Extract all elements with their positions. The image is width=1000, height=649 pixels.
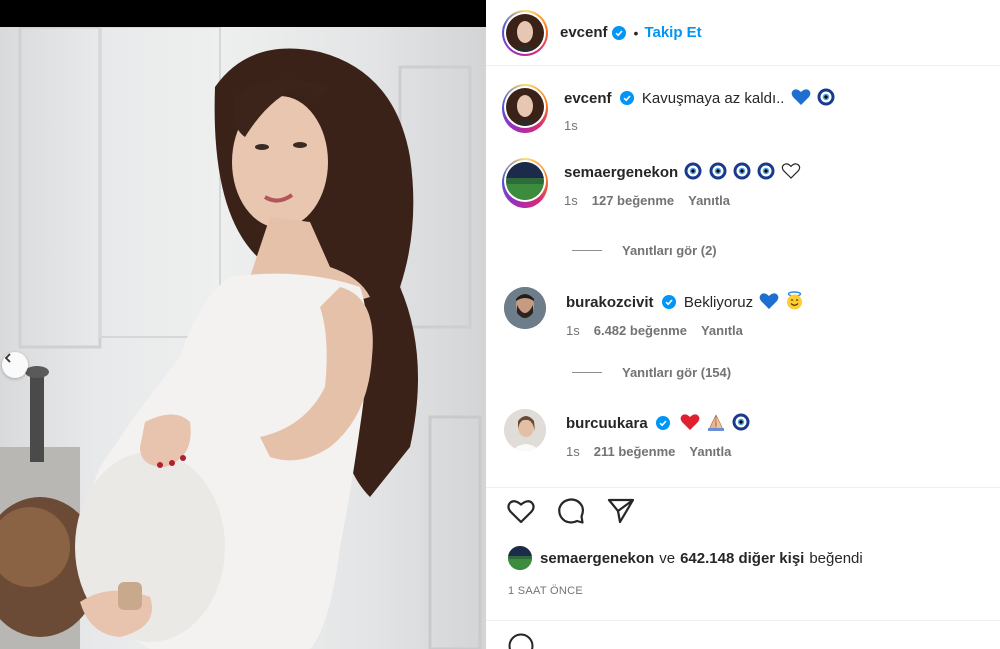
- verified-badge-icon: [661, 295, 676, 309]
- likes-summary: semaergenekon ve 642.148 diğer kişi beğe…: [508, 546, 863, 570]
- reply-button[interactable]: Yanıtla: [689, 444, 731, 459]
- view-replies-button[interactable]: Yanıtları gör (2): [572, 243, 717, 258]
- nazar-icon: [733, 162, 751, 180]
- comment-username[interactable]: burcuukara: [566, 415, 648, 432]
- comment-item: burakozcivit Bekliyoruz 1s 6.482 beğenme…: [502, 287, 804, 338]
- previous-photo-button[interactable]: [2, 352, 28, 378]
- replies-divider: [572, 372, 602, 373]
- reply-button[interactable]: Yanıtla: [701, 323, 743, 338]
- comment-time[interactable]: 1s: [564, 193, 578, 208]
- avatar: [506, 13, 544, 52]
- comment-username[interactable]: burakozcivit: [566, 294, 654, 311]
- avatar[interactable]: [506, 88, 544, 126]
- verified-badge-icon: [655, 416, 670, 430]
- emoji-picker-icon[interactable]: [508, 633, 534, 649]
- view-replies-button[interactable]: Yanıtları gör (154): [572, 365, 731, 380]
- white-heart-icon: [781, 163, 801, 179]
- comment-item: burcuukara 1s 211 beğenme Yanıtla: [502, 409, 750, 459]
- nazar-icon: [732, 413, 750, 431]
- comment-likes[interactable]: 6.482 beğenme: [594, 323, 687, 338]
- comment-item: semaergenekon 1s 127 beğenme Yanıtla: [502, 158, 801, 208]
- add-comment-bar: [486, 620, 1000, 649]
- view-replies-label: Yanıtları gör (154): [622, 365, 732, 380]
- caption-item: evcenf Kavuşmaya az kaldı.. 1s: [502, 84, 835, 133]
- post-photo[interactable]: [0, 27, 486, 649]
- post-actions: semaergenekon ve 642.148 diğer kişi beğe…: [486, 487, 1000, 649]
- comment-time[interactable]: 1s: [566, 323, 580, 338]
- nazar-icon: [817, 88, 835, 106]
- author-username[interactable]: evcenf: [560, 24, 608, 41]
- caption-time[interactable]: 1s: [564, 118, 578, 133]
- avatar[interactable]: [508, 546, 532, 570]
- action-icons: [506, 496, 636, 526]
- caption-text: Kavuşmaya az kaldı..: [641, 90, 785, 107]
- nazar-icon: [757, 162, 775, 180]
- comment-username[interactable]: semaergenekon: [564, 164, 678, 181]
- reply-button[interactable]: Yanıtla: [688, 193, 730, 208]
- likes-connector: ve: [659, 549, 676, 567]
- smiling-halo-icon: [787, 291, 803, 310]
- photo-illustration: [0, 27, 482, 649]
- avatar[interactable]: [504, 287, 546, 329]
- blue-heart-icon: [791, 89, 811, 105]
- view-replies-label: Yanıtları gör (2): [622, 243, 717, 258]
- comment-likes[interactable]: 127 beğenme: [592, 193, 674, 208]
- likes-suffix: beğendi: [809, 549, 863, 567]
- comment-text: Bekliyoruz: [683, 294, 754, 311]
- separator-dot: •: [633, 24, 639, 41]
- like-heart-icon[interactable]: [506, 496, 536, 526]
- author-avatar-ring[interactable]: [502, 9, 548, 56]
- praying-hands-icon: [708, 414, 725, 431]
- comment-likes[interactable]: 211 beğenme: [594, 444, 676, 459]
- replies-divider: [572, 250, 602, 251]
- likes-count[interactable]: 642.148 diğer kişi: [680, 550, 804, 567]
- red-heart-icon: [680, 414, 700, 430]
- post-header: evcenf • Takip Et: [486, 0, 1000, 66]
- post-timestamp[interactable]: 1 SAAT ÖNCE: [508, 585, 583, 597]
- liked-by-username[interactable]: semaergenekon: [540, 550, 654, 567]
- comment-bubble-icon[interactable]: [556, 496, 586, 526]
- nazar-icon: [684, 162, 702, 180]
- comment-username[interactable]: evcenf: [564, 90, 612, 107]
- chevron-left-icon: [4, 353, 11, 363]
- nazar-icon: [709, 162, 727, 180]
- verified-badge-icon: [611, 25, 626, 40]
- blue-heart-icon: [759, 293, 779, 309]
- avatar[interactable]: [506, 162, 544, 200]
- share-send-icon[interactable]: [606, 496, 636, 526]
- comment-time[interactable]: 1s: [566, 444, 580, 459]
- follow-button[interactable]: Takip Et: [644, 24, 701, 41]
- verified-badge-icon: [619, 91, 634, 105]
- comments-list: evcenf Kavuşmaya az kaldı.. 1s semaergen…: [486, 67, 1000, 487]
- post-media-panel: [0, 0, 486, 649]
- post-details-panel: evcenf • Takip Et evcenf Kavuşmaya az ka…: [486, 0, 1000, 649]
- avatar[interactable]: [504, 409, 546, 451]
